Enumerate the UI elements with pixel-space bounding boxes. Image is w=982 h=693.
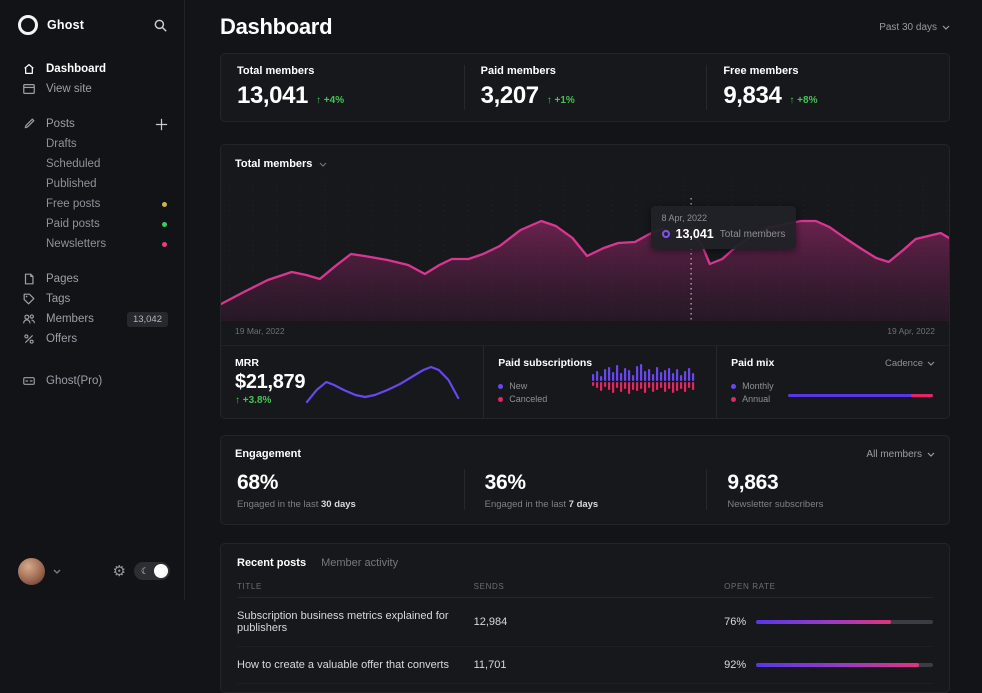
chevron-down-icon: [319, 162, 327, 167]
trend-up-delta: ↑ +8%: [789, 95, 817, 106]
open-rate-bar: [756, 663, 933, 667]
column-title: TITLE: [237, 582, 474, 591]
engagement-30-days: 68% Engaged in the last 30 days: [221, 469, 464, 510]
paid-posts-dot: [162, 222, 167, 227]
post-sends: 11,701: [474, 659, 725, 671]
tooltip-marker-ring: [662, 230, 670, 238]
annual-segment: [911, 394, 933, 397]
sidebar-item-view-site[interactable]: View site: [0, 79, 184, 99]
monthly-legend-dot: [731, 384, 736, 389]
annual-legend-dot: [731, 397, 736, 402]
recent-posts-card: Recent posts Member activity TITLE SENDS…: [220, 543, 950, 693]
engagement-card: Engagement All members 68% Engaged in th…: [220, 435, 950, 525]
paid-mix-bar: [788, 394, 933, 397]
main-content: Dashboard Past 30 days Total members 13,…: [185, 0, 982, 600]
settings-gear-icon[interactable]: ⚙: [113, 562, 126, 580]
post-sends: 12,984: [474, 616, 725, 628]
post-open-rate: 76%: [724, 616, 746, 628]
column-sends: SENDS: [474, 582, 725, 591]
sidebar-item-posts[interactable]: Posts: [0, 114, 184, 134]
sidebar-item-label: Dashboard: [46, 63, 106, 75]
chart-metric-selector[interactable]: Total members: [221, 145, 949, 176]
trend-up-delta: ↑ +3.8%: [235, 395, 305, 406]
home-icon: [22, 62, 36, 76]
chart-tooltip: 8 Apr, 2022 13,041 Total members: [651, 206, 797, 249]
members-filter-selector[interactable]: All members: [866, 449, 935, 460]
add-post-icon[interactable]: [155, 118, 168, 131]
new-legend-dot: [498, 384, 503, 389]
date-range-selector[interactable]: Past 30 days: [879, 22, 950, 33]
open-rate-bar: [756, 620, 933, 624]
newsletters-dot: [162, 242, 167, 247]
monthly-segment: [788, 394, 912, 397]
member-stats-card: Total members 13,041 ↑ +4% Paid members …: [220, 53, 950, 122]
sidebar-item-offers[interactable]: Offers: [0, 329, 184, 349]
tab-recent-posts[interactable]: Recent posts: [237, 557, 306, 569]
sidebar-item-drafts[interactable]: Drafts: [0, 134, 184, 154]
stat-free-members[interactable]: Free members 9,834 ↑ +8%: [706, 65, 949, 110]
card-icon: [22, 374, 36, 388]
chart-end-date: 19 Apr, 2022: [887, 326, 935, 336]
canceled-legend-dot: [498, 397, 503, 402]
members-chart-card: Total members 8 Apr, 2022 13,041 Total m…: [220, 144, 950, 419]
brand-name: Ghost: [47, 18, 144, 32]
cadence-selector[interactable]: Cadence: [885, 358, 935, 369]
sidebar-item-members[interactable]: Members 13,042: [0, 309, 184, 329]
sidebar-item-label: View site: [46, 83, 92, 95]
trend-up-delta: ↑ +4%: [316, 95, 344, 106]
members-count-badge: 13,042: [127, 312, 168, 327]
stat-paid-members[interactable]: Paid members 3,207 ↑ +1%: [464, 65, 707, 110]
paid-subscriptions-bars: [592, 360, 696, 404]
dark-mode-toggle[interactable]: ☾: [134, 562, 170, 580]
post-open-rate: 92%: [724, 659, 746, 671]
user-avatar[interactable]: [18, 558, 45, 585]
table-row[interactable]: Subscription business metrics explained …: [237, 598, 933, 647]
post-title: Subscription business metrics explained …: [237, 610, 474, 634]
engagement-title: Engagement: [235, 448, 301, 460]
table-row[interactable]: How to create a valuable offer that conv…: [237, 647, 933, 684]
trend-up-delta: ↑ +1%: [547, 95, 575, 106]
sidebar-item-newsletters[interactable]: Newsletters: [0, 234, 184, 254]
sidebar-item-free-posts[interactable]: Free posts: [0, 194, 184, 214]
chevron-down-icon: [927, 361, 935, 366]
free-posts-dot: [162, 202, 167, 207]
sidebar-item-tags[interactable]: Tags: [0, 289, 184, 309]
paid-mix-panel[interactable]: Paid mix Cadence Monthly Annual: [716, 346, 949, 418]
sidebar-item-paid-posts[interactable]: Paid posts: [0, 214, 184, 234]
user-menu-chevron-icon[interactable]: [53, 569, 61, 574]
tab-member-activity[interactable]: Member activity: [321, 557, 398, 569]
paid-subscriptions-panel[interactable]: Paid subscriptions New Canceled: [483, 346, 716, 418]
ghost-logo: [18, 15, 38, 35]
pen-icon: [22, 117, 36, 131]
sidebar-item-scheduled[interactable]: Scheduled: [0, 154, 184, 174]
tag-icon: [22, 292, 36, 306]
mrr-sparkline: [305, 358, 465, 406]
toggle-knob: [154, 564, 168, 578]
newsletter-subscribers: 9,863 Newsletter subscribers: [706, 469, 949, 510]
stat-total-members[interactable]: Total members 13,041 ↑ +4%: [221, 65, 464, 110]
sidebar-item-dashboard[interactable]: Dashboard: [0, 59, 184, 79]
sidebar-item-ghost-pro[interactable]: Ghost(Pro): [0, 371, 184, 391]
chevron-down-icon: [942, 25, 950, 30]
members-icon: [22, 312, 36, 326]
sidebar-item-pages[interactable]: Pages: [0, 269, 184, 289]
chart-start-date: 19 Mar, 2022: [235, 326, 285, 336]
search-icon[interactable]: [153, 18, 168, 33]
percent-icon: [22, 332, 36, 346]
page-title: Dashboard: [220, 14, 332, 40]
moon-icon: ☾: [136, 566, 154, 577]
total-members-chart[interactable]: 8 Apr, 2022 13,041 Total members: [221, 176, 949, 321]
sidebar: Ghost Dashboard View site Posts: [0, 0, 185, 600]
post-title: How to create a valuable offer that conv…: [237, 659, 474, 671]
engagement-7-days: 36% Engaged in the last 7 days: [464, 469, 707, 510]
page-icon: [22, 272, 36, 286]
column-open-rate: OPEN RATE: [724, 582, 933, 591]
mrr-panel[interactable]: MRR $21,879 ↑ +3.8%: [221, 346, 483, 418]
sidebar-item-label: Posts: [46, 118, 75, 130]
chevron-down-icon: [927, 452, 935, 457]
sidebar-item-published[interactable]: Published: [0, 174, 184, 194]
browser-icon: [22, 82, 36, 96]
